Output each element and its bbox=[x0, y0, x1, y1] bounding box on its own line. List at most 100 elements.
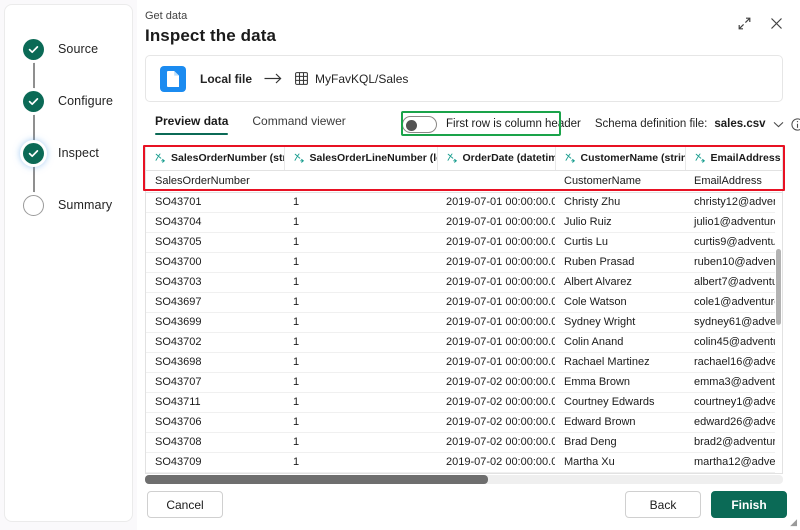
cell-salesorderlinenumber: 1 bbox=[284, 432, 437, 453]
cell-orderdate: 2019-07-01 00:00:00.0000 bbox=[437, 292, 555, 313]
table-row[interactable]: SO4369712019-07-01 00:00:00.0000Cole Wat… bbox=[146, 292, 782, 313]
string-type-icon bbox=[565, 153, 576, 163]
first-data-row[interactable]: SalesOrderNumber CustomerName EmailAddress bbox=[146, 170, 782, 193]
grid-vertical-scroll-thumb[interactable] bbox=[776, 249, 781, 325]
column-header-emailaddress[interactable]: EmailAddress (string) bbox=[685, 147, 782, 171]
cell-emailaddress: julio1@adventure-works.c bbox=[685, 212, 782, 233]
cancel-button[interactable]: Cancel bbox=[147, 491, 223, 518]
file-document-icon bbox=[160, 65, 186, 92]
table-row[interactable]: SO4370612019-07-02 00:00:00.0000Edward B… bbox=[146, 412, 782, 433]
cell-orderdate: 2019-07-01 00:00:00.0000 bbox=[437, 252, 555, 273]
cell-customername: Julio Ruiz bbox=[555, 212, 685, 233]
table-row[interactable]: SO4370712019-07-02 00:00:00.0000Emma Bro… bbox=[146, 372, 782, 393]
cell-customername: Cole Watson bbox=[555, 292, 685, 313]
column-header-inner: EmailAddress (string) bbox=[695, 152, 782, 164]
sidebar-item-inspect[interactable]: Inspect bbox=[23, 127, 133, 205]
table-row[interactable]: SO4370212019-07-01 00:00:00.0000Colin An… bbox=[146, 332, 782, 353]
cell-emailaddress: sydney61@adventure-wor bbox=[685, 312, 782, 333]
chevron-down-icon[interactable] bbox=[773, 121, 784, 128]
cell-salesorderlinenumber: 1 bbox=[284, 192, 437, 213]
table-row[interactable]: SO4370112019-07-01 00:00:00.0000Christy … bbox=[146, 192, 782, 213]
grid-vertical-scrollbar[interactable] bbox=[775, 193, 782, 473]
table-row[interactable]: SO4370512019-07-01 00:00:00.0000Curtis L… bbox=[146, 232, 782, 253]
expand-icon[interactable] bbox=[734, 13, 754, 33]
info-icon[interactable] bbox=[790, 117, 800, 131]
preview-toolbar: First row is column header Schema defini… bbox=[402, 113, 800, 135]
breadcrumb: Get data bbox=[145, 10, 188, 22]
cell-salesorderlinenumber: 1 bbox=[284, 272, 437, 293]
cell-salesorderlinenumber: 1 bbox=[284, 392, 437, 413]
cell-salesordernumber: SO43707 bbox=[146, 372, 284, 393]
table-row[interactable]: SO4370012019-07-01 00:00:00.0000Ruben Pr… bbox=[146, 252, 782, 273]
cell-salesordernumber: SO43704 bbox=[146, 212, 284, 233]
cell-emailaddress: martha12@adventure-wor bbox=[685, 452, 782, 473]
schema-file-value: sales.csv bbox=[714, 118, 766, 130]
cell-orderdate: 2019-07-01 00:00:00.0000 bbox=[437, 352, 555, 373]
cell-orderdate: 2019-07-02 00:00:00.0000 bbox=[437, 432, 555, 453]
back-button[interactable]: Back bbox=[625, 491, 701, 518]
table-header-row: SalesOrderNumber (string) SalesOrderLineN… bbox=[146, 147, 782, 171]
step-complete-check-icon bbox=[23, 142, 44, 164]
cell-salesordernumber: SalesOrderNumber bbox=[146, 170, 284, 193]
column-header-orderdate[interactable]: OrderDate (datetime) bbox=[437, 147, 556, 171]
column-header-salesordernumber[interactable]: SalesOrderNumber (string) bbox=[146, 147, 285, 171]
toggle-switch[interactable] bbox=[402, 115, 437, 133]
table-row[interactable]: SO4370812019-07-02 00:00:00.0000Brad Den… bbox=[146, 432, 782, 453]
cell-salesordernumber: SO43705 bbox=[146, 232, 284, 253]
close-icon[interactable] bbox=[766, 13, 786, 33]
cell-orderdate bbox=[437, 170, 555, 193]
cell-salesorderlinenumber: 1 bbox=[284, 212, 437, 233]
cell-orderdate: 2019-07-01 00:00:00.0000 bbox=[437, 192, 555, 213]
dialog-header: Get data Inspect the data bbox=[137, 0, 800, 52]
toggle-label: First row is column header bbox=[446, 118, 581, 130]
column-header-inner: OrderDate (datetime) bbox=[447, 152, 555, 165]
cell-salesorderlinenumber: 1 bbox=[284, 352, 437, 373]
column-header-label: OrderDate (datetime) bbox=[462, 152, 555, 165]
cell-emailaddress: EmailAddress bbox=[685, 170, 782, 193]
column-header-salesorderlinenumber[interactable]: SalesOrderLineNumber (long) bbox=[284, 147, 438, 171]
cell-orderdate: 2019-07-01 00:00:00.0000 bbox=[437, 272, 555, 293]
cell-salesorderlinenumber: 1 bbox=[284, 332, 437, 353]
finish-button[interactable]: Finish bbox=[711, 491, 787, 518]
first-row-header-toggle[interactable]: First row is column header bbox=[402, 115, 581, 133]
cell-salesorderlinenumber: 1 bbox=[284, 232, 437, 253]
tab-preview-data[interactable]: Preview data bbox=[147, 112, 236, 137]
sidebar-item-source[interactable]: Source bbox=[23, 23, 133, 101]
cell-salesordernumber: SO43706 bbox=[146, 412, 284, 433]
column-header-customername[interactable]: CustomerName (string) bbox=[555, 147, 686, 171]
cell-customername: Curtis Lu bbox=[555, 232, 685, 253]
table-row[interactable]: SO4370312019-07-01 00:00:00.0000Albert A… bbox=[146, 272, 782, 293]
header-actions bbox=[734, 13, 786, 33]
cell-orderdate: 2019-07-02 00:00:00.0000 bbox=[437, 372, 555, 393]
column-header-label: CustomerName (string) bbox=[580, 152, 685, 165]
data-preview-grid[interactable]: SalesOrderNumber (string) SalesOrderLineN… bbox=[145, 146, 783, 474]
cell-customername: Rachael Martinez bbox=[555, 352, 685, 373]
table-row[interactable]: SO4370912019-07-02 00:00:00.0000Martha X… bbox=[146, 452, 782, 473]
resize-grip-icon[interactable]: ◢ bbox=[790, 518, 797, 527]
cell-salesordernumber: SO43700 bbox=[146, 252, 284, 273]
cell-emailaddress: christy12@adventure-wor bbox=[685, 192, 782, 213]
cell-salesordernumber: SO43698 bbox=[146, 352, 284, 373]
cell-emailaddress: courtney1@adventure-wo bbox=[685, 392, 782, 413]
table-row[interactable]: SO4369912019-07-01 00:00:00.0000Sydney W… bbox=[146, 312, 782, 333]
cell-salesorderlinenumber: 1 bbox=[284, 412, 437, 433]
cell-emailaddress: brad2@adventure-works.c bbox=[685, 432, 782, 453]
table-row[interactable]: SO4369812019-07-01 00:00:00.0000Rachael … bbox=[146, 352, 782, 373]
cell-customername: Christy Zhu bbox=[555, 192, 685, 213]
source-type-label: Local file bbox=[200, 71, 253, 86]
sidebar-item-summary[interactable]: Summary bbox=[23, 179, 133, 231]
column-header-inner: SalesOrderLineNumber (long) bbox=[294, 152, 437, 165]
sidebar-item-label: Inspect bbox=[58, 146, 100, 160]
table-row[interactable]: SO4370412019-07-01 00:00:00.0000Julio Ru… bbox=[146, 212, 782, 233]
cell-salesordernumber: SO43701 bbox=[146, 192, 284, 213]
cell-salesorderlinenumber: 1 bbox=[284, 372, 437, 393]
cell-orderdate: 2019-07-02 00:00:00.0000 bbox=[437, 412, 555, 433]
cell-salesorderlinenumber: 1 bbox=[284, 452, 437, 473]
cell-salesordernumber: SO43708 bbox=[146, 432, 284, 453]
cell-salesordernumber: SO43702 bbox=[146, 332, 284, 353]
table-row[interactable]: SO4371112019-07-02 00:00:00.0000Courtney… bbox=[146, 392, 782, 413]
schema-label: Schema definition file: bbox=[594, 118, 708, 130]
column-header-label: SalesOrderLineNumber (long) bbox=[309, 152, 437, 165]
sidebar-item-configure[interactable]: Configure bbox=[23, 75, 133, 153]
tab-command-viewer[interactable]: Command viewer bbox=[244, 112, 353, 137]
